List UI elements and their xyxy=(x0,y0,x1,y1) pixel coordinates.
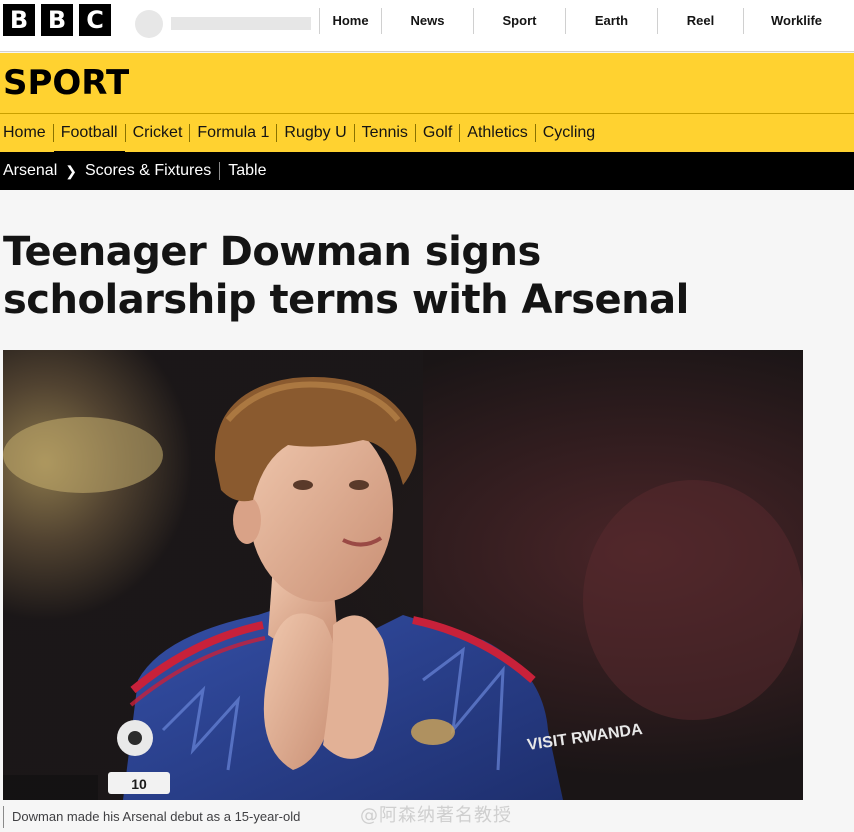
sport-nav-football[interactable]: Football xyxy=(52,124,125,154)
bbc-logo-letter: B xyxy=(3,4,35,36)
topnav-reel[interactable]: Reel xyxy=(657,8,743,34)
account-placeholder[interactable] xyxy=(171,17,311,30)
sport-header: SPORT xyxy=(0,53,854,114)
topnav-home[interactable]: Home xyxy=(319,8,381,34)
article-headline: Teenager Dowman signs scholarship terms … xyxy=(3,229,689,323)
breadcrumb-scores-fixtures[interactable]: Scores & Fixtures xyxy=(85,162,211,180)
sport-nav-golf[interactable]: Golf xyxy=(414,124,459,142)
topnav-earth[interactable]: Earth xyxy=(565,8,657,34)
sport-title[interactable]: SPORT xyxy=(3,63,129,103)
topnav-sport[interactable]: Sport xyxy=(473,8,565,34)
hero-image: 10 VISIT RWANDA xyxy=(3,350,803,800)
bbc-logo[interactable]: B B C xyxy=(3,4,111,36)
breadcrumb: Arsenal ❯ Scores & Fixtures Table xyxy=(0,152,854,190)
breadcrumb-arsenal[interactable]: Arsenal xyxy=(3,162,57,180)
sport-nav-formula-1[interactable]: Formula 1 xyxy=(189,124,276,142)
topnav-worklife[interactable]: Worklife xyxy=(743,8,849,34)
sport-nav-athletics[interactable]: Athletics xyxy=(459,124,534,142)
bbc-logo-letter: C xyxy=(79,4,111,36)
top-navigation: Home News Sport Earth Reel Worklife xyxy=(319,8,849,34)
chevron-right-icon: ❯ xyxy=(65,162,77,179)
sport-nav-tennis[interactable]: Tennis xyxy=(353,124,415,142)
breadcrumb-divider xyxy=(219,162,221,180)
sport-nav-cricket[interactable]: Cricket xyxy=(124,124,190,142)
shirt-badge-number: 10 xyxy=(131,776,147,792)
breadcrumb-table[interactable]: Table xyxy=(228,162,266,180)
sport-nav-cycling[interactable]: Cycling xyxy=(534,124,602,142)
topnav-news[interactable]: News xyxy=(381,8,473,34)
sport-navigation: Home Football Cricket Formula 1 Rugby U … xyxy=(0,114,854,154)
account-avatar-icon[interactable] xyxy=(135,10,163,38)
bbc-logo-letter: B xyxy=(41,4,73,36)
sport-nav-home[interactable]: Home xyxy=(0,124,53,142)
sport-nav-rugby-union[interactable]: Rugby U xyxy=(276,124,353,142)
watermark: @阿森纳著名教授 xyxy=(360,805,512,826)
masthead: B B C Home News Sport Earth Reel Worklif… xyxy=(0,0,854,52)
